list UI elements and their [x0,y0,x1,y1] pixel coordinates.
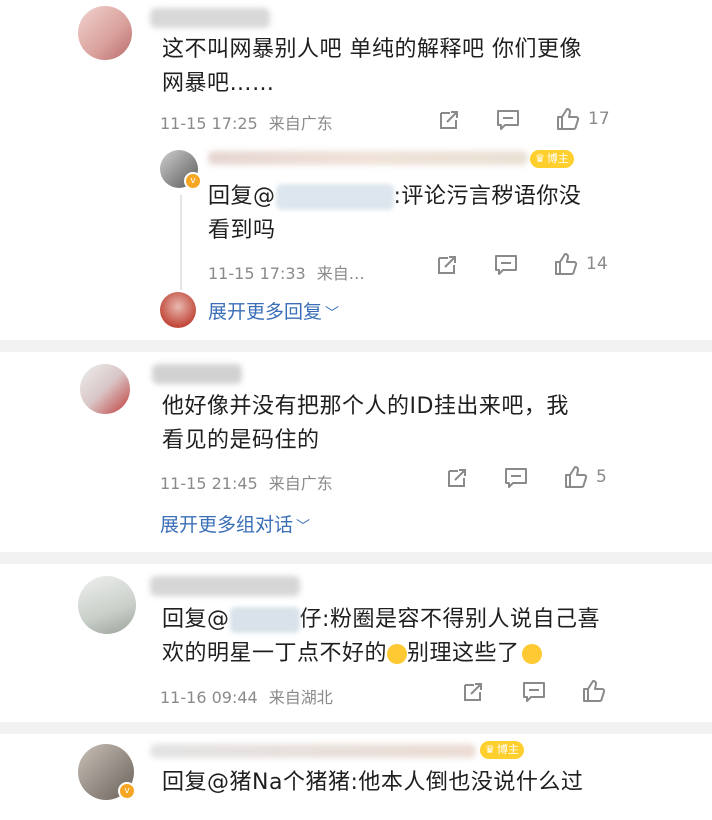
blogger-badge: ♛ 博主 [530,150,574,168]
share-button[interactable] [436,254,458,276]
location: 来自… [316,264,365,283]
reply-text-line: 回复@ :评论污言秽语你没 [208,180,658,214]
expand-label: 展开更多组对话 [160,514,294,536]
location: 来自湖北 [268,688,333,707]
like-count: 14 [586,254,608,274]
like-icon [582,679,606,703]
comment-button[interactable] [504,467,528,489]
like-icon [556,107,580,131]
share-icon [438,109,460,131]
comment-meta: 11-15 17:25 来自广东 [160,110,333,134]
crown-icon: ♛ [485,743,495,756]
badge-label: 博主 [546,152,569,165]
comment-text: 这不叫网暴别人吧 单纯的解释吧 你们更像 网暴吧…… [162,33,682,101]
comment-text-line: 这不叫网暴别人吧 单纯的解释吧 你们更像 [162,37,582,62]
username-blurred[interactable] [150,744,476,758]
like-button[interactable]: 17 [556,107,610,131]
comment-text: 他好像并没有把那个人的ID挂出来吧，我 看见的是码住的 [162,390,682,458]
timestamp: 11-16 09:44 [160,688,258,707]
blogger-badge: ♛ 博主 [480,741,524,759]
reply-meta: 11-15 17:33 来自… [208,260,365,284]
reply-thread-line [180,195,182,290]
comment-text-line: 他好像并没有把那个人的ID挂出来吧，我 [162,394,569,419]
chevron-down-icon: ﹀ [296,519,311,535]
location: 来自广东 [268,474,333,493]
avatar[interactable] [78,6,132,60]
timestamp: 11-15 17:33 [208,264,306,283]
comment-button[interactable] [496,109,520,131]
comment-icon [496,109,520,131]
reply-text-line: 看到吗 [208,218,276,243]
comment-divider [0,722,712,734]
username-blurred[interactable] [152,364,242,384]
like-button[interactable]: 14 [554,252,608,276]
comment-text-line: 回复@猪Na个猪猪:他本人倒也没说什么过 [162,770,584,795]
share-icon [436,254,458,276]
comment-text-segment: 欢的明星一丁点不好的 [162,641,388,666]
username-blurred[interactable] [150,576,300,596]
location: 来自广东 [268,114,333,133]
comment-text-segment: :粉圈是容不得别人说自己喜 [322,607,600,632]
avatar[interactable] [78,576,136,634]
comment-divider [0,340,712,352]
like-icon [554,252,578,276]
like-count: 17 [588,109,610,129]
like-button[interactable]: 5 [564,465,607,489]
comment-text-line: 回复@ 仔:粉圈是容不得别人说自己喜 [162,603,682,637]
username-blurred[interactable] [208,151,528,165]
mention-blurred[interactable] [275,184,394,210]
like-button[interactable] [582,679,606,703]
timestamp: 11-15 21:45 [160,474,258,493]
comment-icon [504,467,528,489]
chevron-down-icon: ﹀ [325,306,340,322]
comment-meta: 11-16 09:44 来自湖北 [160,684,333,708]
comment-text: 回复@ 仔:粉圈是容不得别人说自己喜 欢的明星一丁点不好的 别理这些了 [162,603,682,671]
share-button[interactable] [446,467,468,489]
crying-emoji-icon [387,644,408,664]
comment-icon [522,681,546,703]
verified-badge-icon: v [184,172,202,190]
crown-icon: ♛ [535,152,545,165]
badge-label: 博主 [496,743,519,756]
like-count: 5 [596,467,607,487]
username-blurred[interactable] [150,8,270,28]
share-button[interactable] [438,109,460,131]
reply-text: 回复@ :评论污言秽语你没 看到吗 [208,180,658,248]
comment-meta: 11-15 21:45 来自广东 [160,470,333,494]
comment-icon [494,254,518,276]
reply-prefix: 回复@ [208,184,276,209]
expand-label: 展开更多回复 [208,301,323,323]
timestamp: 11-15 17:25 [160,114,258,133]
comment-text: 回复@猪Na个猪猪:他本人倒也没说什么过 [162,766,702,800]
mention-blurred[interactable] [229,607,300,633]
share-icon [446,467,468,489]
share-icon [462,681,484,703]
comment-text-line: 看见的是码住的 [162,428,320,453]
verified-badge-icon: v [118,782,136,800]
avatar[interactable] [160,292,196,328]
comment-divider [0,552,712,564]
like-icon [564,465,588,489]
laughing-emoji-icon [521,644,542,664]
mention-partial: 仔 [299,607,323,632]
expand-more-conversations-link[interactable]: 展开更多组对话 ﹀ [160,510,310,537]
reply-prefix: 回复@ [162,607,230,632]
comment-text-line: 欢的明星一丁点不好的 别理这些了 [162,637,682,671]
comment-text-segment: 别理这些了 [407,641,520,666]
comment-button[interactable] [494,254,518,276]
share-button[interactable] [462,681,484,703]
comment-button[interactable] [522,681,546,703]
avatar[interactable] [80,364,130,414]
comment-text-line: 网暴吧…… [162,71,275,96]
reply-suffix: :评论污言秽语你没 [393,184,582,209]
expand-more-replies-link[interactable]: 展开更多回复 ﹀ [208,297,339,324]
